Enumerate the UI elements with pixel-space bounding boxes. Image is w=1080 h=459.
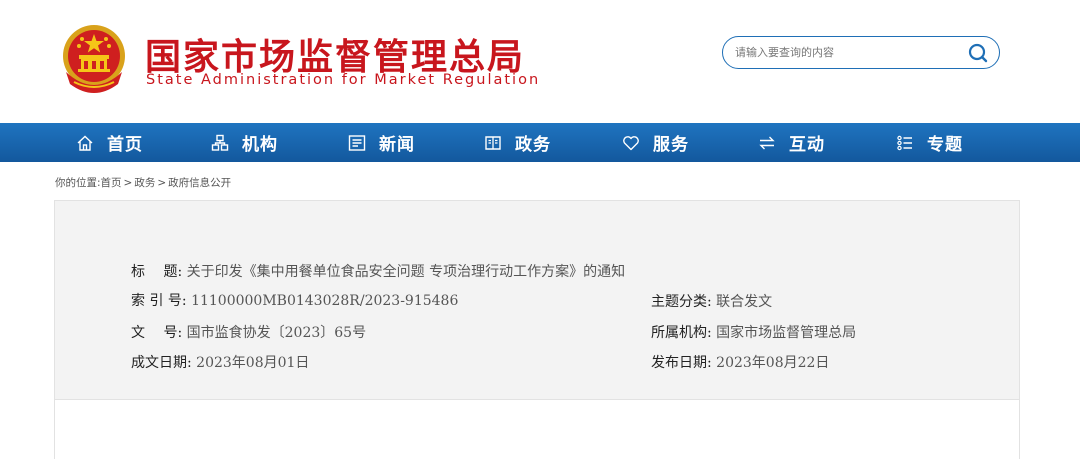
heart-icon xyxy=(623,135,639,150)
nav-item-news[interactable]: 新闻 xyxy=(348,123,415,162)
search-box xyxy=(722,36,1000,69)
doc-title-label: 标 题: xyxy=(131,264,183,280)
doc-published-row: 发布日期: 2023年08月22日 xyxy=(651,352,829,372)
org-chart-icon xyxy=(211,134,229,151)
document-content-area xyxy=(54,400,1020,459)
doc-title-row: 标 题: 关于印发《集中用餐单位食品安全问题 专项治理行动工作方案》的通知 xyxy=(131,261,625,281)
breadcrumb-separator: > xyxy=(123,177,133,189)
doc-agency-value: 国家市场监督管理总局 xyxy=(716,325,857,341)
breadcrumb-prefix: 你的位置: xyxy=(55,177,101,189)
doc-agency-label: 所属机构: xyxy=(651,325,712,341)
doc-number-row: 文 号: 国市监食协发〔2023〕65号 xyxy=(131,322,366,342)
search-input[interactable] xyxy=(735,43,955,62)
nav-item-interaction[interactable]: 互动 xyxy=(758,123,825,162)
doc-published-label: 发布日期: xyxy=(651,355,712,371)
home-icon xyxy=(77,135,93,151)
national-emblem-icon[interactable] xyxy=(60,22,128,96)
search-icon[interactable] xyxy=(967,42,989,64)
government-affairs-icon xyxy=(485,135,501,150)
nav-item-label: 专题 xyxy=(927,135,963,155)
main-nav: 首页 机构 新闻 政务 服务 互动 专题 xyxy=(0,123,1080,162)
doc-title-value: 关于印发《集中用餐单位食品安全问题 专项治理行动工作方案》的通知 xyxy=(186,264,626,280)
doc-topic-row: 主题分类: 联合发文 xyxy=(651,291,772,311)
nav-item-services[interactable]: 服务 xyxy=(622,123,689,162)
breadcrumb-link-affairs[interactable]: 政务 xyxy=(134,177,155,189)
doc-index-row: 索 引 号: 11100000MB0143028R/2023-915486 xyxy=(131,290,458,310)
doc-topic-value: 联合发文 xyxy=(716,294,773,310)
doc-created-row: 成文日期: 2023年08月01日 xyxy=(131,352,309,372)
nav-item-topics[interactable]: 专题 xyxy=(896,123,963,162)
doc-number-value: 国市监食协发〔2023〕65号 xyxy=(186,325,367,341)
nav-item-label: 互动 xyxy=(789,135,825,155)
interaction-arrows-icon xyxy=(759,136,775,149)
doc-created-value: 2023年08月01日 xyxy=(196,355,310,371)
nav-item-label: 首页 xyxy=(107,135,143,155)
nav-item-label: 政务 xyxy=(515,135,551,155)
doc-created-label: 成文日期: xyxy=(131,355,192,371)
doc-number-label: 文 号: xyxy=(131,325,183,341)
nav-item-label: 机构 xyxy=(242,135,278,155)
nav-item-home[interactable]: 首页 xyxy=(76,123,143,162)
site-subtitle: State Administration for Market Regulati… xyxy=(146,72,541,88)
doc-topic-label: 主题分类: xyxy=(651,294,712,310)
breadcrumb: 你的位置:首页 > 政务 > 政府信息公开 xyxy=(55,175,231,190)
topic-list-icon xyxy=(897,135,912,150)
nav-item-org[interactable]: 机构 xyxy=(211,123,278,162)
breadcrumb-separator: > xyxy=(157,177,167,189)
breadcrumb-link-home[interactable]: 首页 xyxy=(101,177,122,189)
nav-item-affairs[interactable]: 政务 xyxy=(484,123,551,162)
news-icon xyxy=(348,134,366,151)
doc-agency-row: 所属机构: 国家市场监督管理总局 xyxy=(651,322,856,342)
doc-index-label: 索 引 号: xyxy=(131,293,187,309)
doc-index-value: 11100000MB0143028R/2023-915486 xyxy=(191,293,459,309)
doc-published-value: 2023年08月22日 xyxy=(716,355,830,371)
breadcrumb-link-gov-info[interactable]: 政府信息公开 xyxy=(168,177,231,189)
nav-item-label: 服务 xyxy=(653,135,689,155)
site-header: 国家市场监督管理总局 State Administration for Mark… xyxy=(0,0,1080,123)
nav-item-label: 新闻 xyxy=(379,135,415,155)
